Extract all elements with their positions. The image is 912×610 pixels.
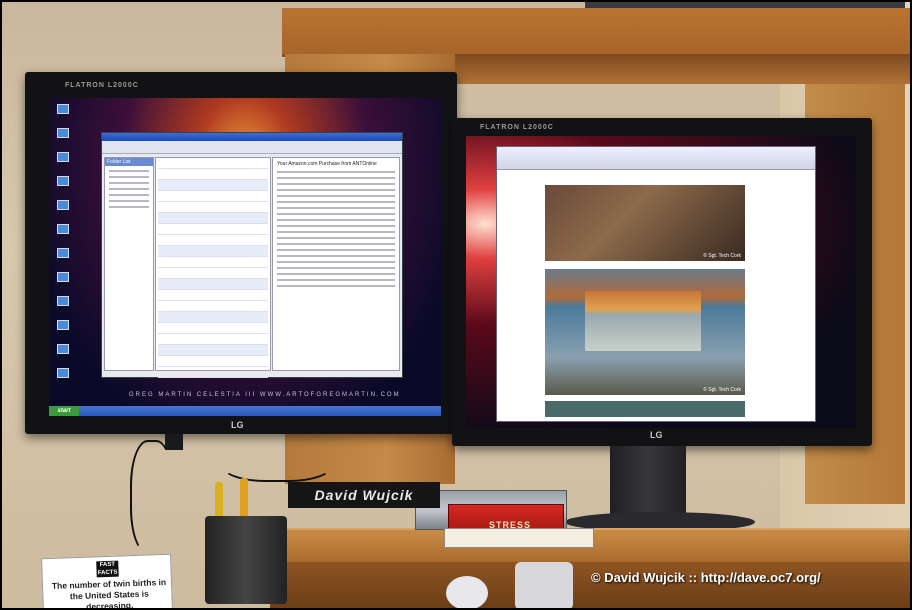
left-screen: Folder List Your Amazon.com Purchase fro… (49, 98, 441, 416)
folder-list-header: Folder List (105, 158, 153, 166)
taskbar: start (49, 406, 441, 416)
cable-2 (220, 438, 334, 482)
cable (130, 440, 174, 554)
right-monitor-stand (610, 446, 686, 516)
nameplate: David Wujcik (288, 482, 440, 508)
pen-cup (205, 516, 287, 604)
card-logo: FAST FACTS (96, 560, 119, 578)
left-monitor: FLATRON L2000C Folder List Your Amazon.c… (25, 72, 457, 434)
mouse (446, 576, 488, 610)
abandoned-theater-photo: © Sgt. Tech Cork (545, 269, 745, 395)
right-screen: © Sgt. Tech Cork © Sgt. Tech Cork (466, 136, 856, 428)
reading-pane-subject: Your Amazon.com Purchase from ANTOnline (277, 161, 377, 167)
photo-scene: FLATRON L2000C Folder List Your Amazon.c… (0, 0, 912, 610)
desktop-icons (53, 104, 73, 392)
stage (585, 291, 701, 351)
third-photo (545, 401, 745, 417)
browser-toolbar (497, 147, 815, 170)
right-monitor-brand: FLATRON L2000C (480, 124, 554, 131)
speaker (515, 562, 573, 610)
wallpaper-caption: GREG MARTIN CELESTIA III WWW.ARTOFGREGMA… (129, 392, 401, 398)
start-button: start (49, 406, 79, 416)
fact-card: FAST FACTS The number of twin births in … (41, 553, 173, 610)
left-monitor-brand: FLATRON L2000C (65, 82, 139, 89)
watermark: © David Wujcik :: http://dave.oc7.org/ (591, 570, 821, 585)
white-book (444, 528, 594, 548)
browser-window: © Sgt. Tech Cork © Sgt. Tech Cork (496, 146, 816, 422)
right-monitor: FLATRON L2000C © Sgt. Tech Cork © Sgt. T… (452, 118, 872, 446)
outlook-title-bar (102, 133, 402, 141)
folder-pane: Folder List (104, 157, 154, 371)
top-shelf (282, 8, 912, 57)
photo-credit: © Sgt. Tech Cork (703, 253, 741, 259)
reading-pane: Your Amazon.com Purchase from ANTOnline (272, 157, 400, 371)
outlook-toolbar (102, 141, 402, 154)
left-monitor-logo: LG (231, 420, 244, 430)
right-monitor-logo: LG (650, 430, 663, 440)
photo-credit-2: © Sgt. Tech Cork (703, 387, 741, 393)
outlook-window: Folder List Your Amazon.com Purchase fro… (101, 132, 403, 378)
card-text: The number of twin births in the United … (51, 576, 167, 610)
left-monitor-stand (165, 434, 183, 450)
abandoned-room-photo: © Sgt. Tech Cork (545, 185, 745, 261)
inbox-pane (155, 157, 271, 378)
